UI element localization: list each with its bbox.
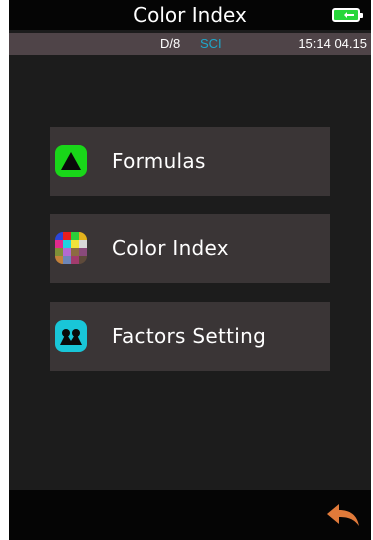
device-screen: Color Index D/8 SCI 15:14 04.15 Formulas [9,0,371,540]
menu-item-label: Formulas [112,149,206,173]
back-arrow-icon[interactable] [325,502,361,528]
status-bar: D/8 SCI 15:14 04.15 [9,33,371,55]
menu-item-factors-setting[interactable]: Factors Setting [50,302,330,371]
menu-item-color-index[interactable]: Color Index [50,214,330,283]
page-title: Color Index [133,3,247,27]
factors-setting-icon [55,320,87,352]
menu-item-label: Factors Setting [112,324,267,348]
battery-charging-icon [332,8,363,22]
bottom-bar [9,490,371,540]
menu-item-label: Color Index [112,236,229,260]
measurement-mode: D/8 [160,36,181,51]
formulas-triangle-icon [55,145,87,177]
clock: 15:14 04.15 [298,36,367,51]
color-index-palette-icon [55,232,87,264]
menu-item-formulas[interactable]: Formulas [50,127,330,196]
sci-indicator: SCI [200,36,222,51]
title-bar: Color Index [9,0,371,30]
